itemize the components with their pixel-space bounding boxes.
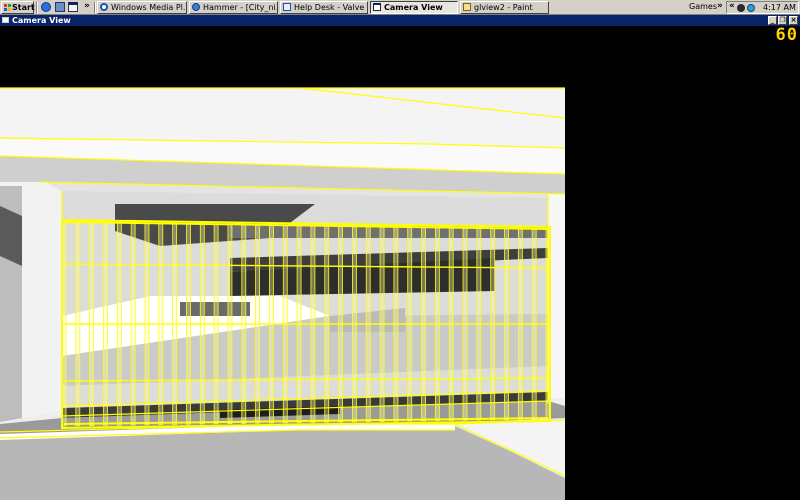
- taskbar-button-label: Camera View: [384, 3, 443, 12]
- taskbar-button-label: Hammer - [City_ni...: [203, 3, 278, 12]
- paint-icon: [463, 3, 471, 11]
- grid-bar: [199, 223, 205, 425]
- start-label: Start: [12, 3, 35, 12]
- taskbar-separator: [94, 2, 96, 13]
- grid-bar: [172, 223, 178, 425]
- 3d-scene[interactable]: [0, 26, 800, 500]
- games-toolbar-chevron-icon[interactable]: »: [717, 1, 723, 11]
- quick-launch-chevron-icon[interactable]: »: [84, 1, 90, 11]
- grid-bar: [116, 222, 122, 426]
- grid-bar: [351, 225, 357, 423]
- grid-bar: [338, 225, 343, 423]
- grid-bar: [531, 228, 537, 420]
- fps-counter: 60: [775, 25, 798, 45]
- taskbar-button-label: Windows Media Pl...: [111, 3, 187, 12]
- taskbar-button-hammer[interactable]: Hammer - [City_ni...: [189, 1, 278, 14]
- grid-bar: [324, 225, 330, 423]
- grid-bar: [227, 223, 233, 424]
- restore-button[interactable]: ❐: [778, 16, 787, 25]
- grid-bar: [434, 226, 440, 421]
- steam-icon[interactable]: [737, 4, 745, 12]
- grid-bar: [393, 226, 399, 422]
- grid-bar: [407, 226, 413, 422]
- camera-view-icon: [373, 3, 381, 11]
- grid-bar: [282, 224, 288, 424]
- show-desktop-icon[interactable]: [55, 2, 65, 12]
- grid-bar: [462, 227, 468, 421]
- grid-bar: [255, 224, 261, 424]
- grid-bar: [89, 221, 95, 426]
- window-system-icon[interactable]: [2, 17, 9, 23]
- internet-explorer-icon[interactable]: [41, 2, 51, 12]
- left-wall-dark-face: [0, 206, 22, 266]
- grid-bar: [144, 222, 150, 426]
- grid-bar: [103, 222, 108, 426]
- windows-logo-icon: [4, 4, 11, 11]
- grid-bar: [379, 226, 385, 422]
- network-icon[interactable]: [747, 4, 755, 12]
- taskbar-button-label: Help Desk - Valve ...: [294, 3, 368, 12]
- help-desk-icon: [283, 3, 291, 11]
- camera-viewport[interactable]: 60: [0, 26, 800, 500]
- grid-bar: [130, 222, 136, 426]
- grid-bar: [310, 225, 316, 423]
- grid-bar: [269, 224, 274, 424]
- grid-bar: [504, 227, 509, 420]
- taskbar-button-camera-view[interactable]: Camera View: [370, 1, 458, 14]
- grid-bar: [365, 225, 371, 422]
- start-button[interactable]: Start: [1, 1, 35, 14]
- grid-bar: [213, 223, 219, 425]
- grid-bar: [448, 227, 454, 421]
- media-player-icon: [100, 3, 108, 11]
- taskbar: Start » Windows Media Pl... Hammer - [Ci…: [0, 0, 800, 15]
- taskbar-button-paint[interactable]: glview2 - Paint: [460, 1, 549, 14]
- grid-bar: [241, 224, 247, 424]
- grid-bar: [421, 226, 426, 422]
- camera-view-titlebar[interactable]: Camera View _ ❐ ×: [0, 15, 800, 26]
- close-button[interactable]: ×: [789, 16, 798, 25]
- grid-bar: [490, 227, 496, 421]
- games-toolbar-label[interactable]: Games: [689, 2, 717, 11]
- grid-bar: [476, 227, 482, 421]
- taskbar-button-label: glview2 - Paint: [474, 3, 533, 12]
- grid-bar: [186, 223, 191, 425]
- taskbar-button-help-desk[interactable]: Help Desk - Valve ...: [280, 1, 368, 14]
- tray-expand-icon[interactable]: «: [729, 1, 735, 11]
- hammer-icon: [192, 3, 200, 11]
- windows-explorer-icon[interactable]: [68, 2, 78, 12]
- minimize-button[interactable]: _: [768, 16, 777, 25]
- clock[interactable]: 4:17 AM: [763, 3, 796, 12]
- grid-bar: [158, 222, 164, 425]
- taskbar-button-media-player[interactable]: Windows Media Pl...: [97, 1, 187, 14]
- grid-bar: [517, 228, 523, 420]
- grid-bar: [75, 221, 81, 427]
- grid-bar: [296, 224, 302, 423]
- taskbar-separator: [36, 2, 38, 13]
- system-tray: « 4:17 AM: [726, 1, 799, 14]
- window-title: Camera View: [12, 16, 71, 25]
